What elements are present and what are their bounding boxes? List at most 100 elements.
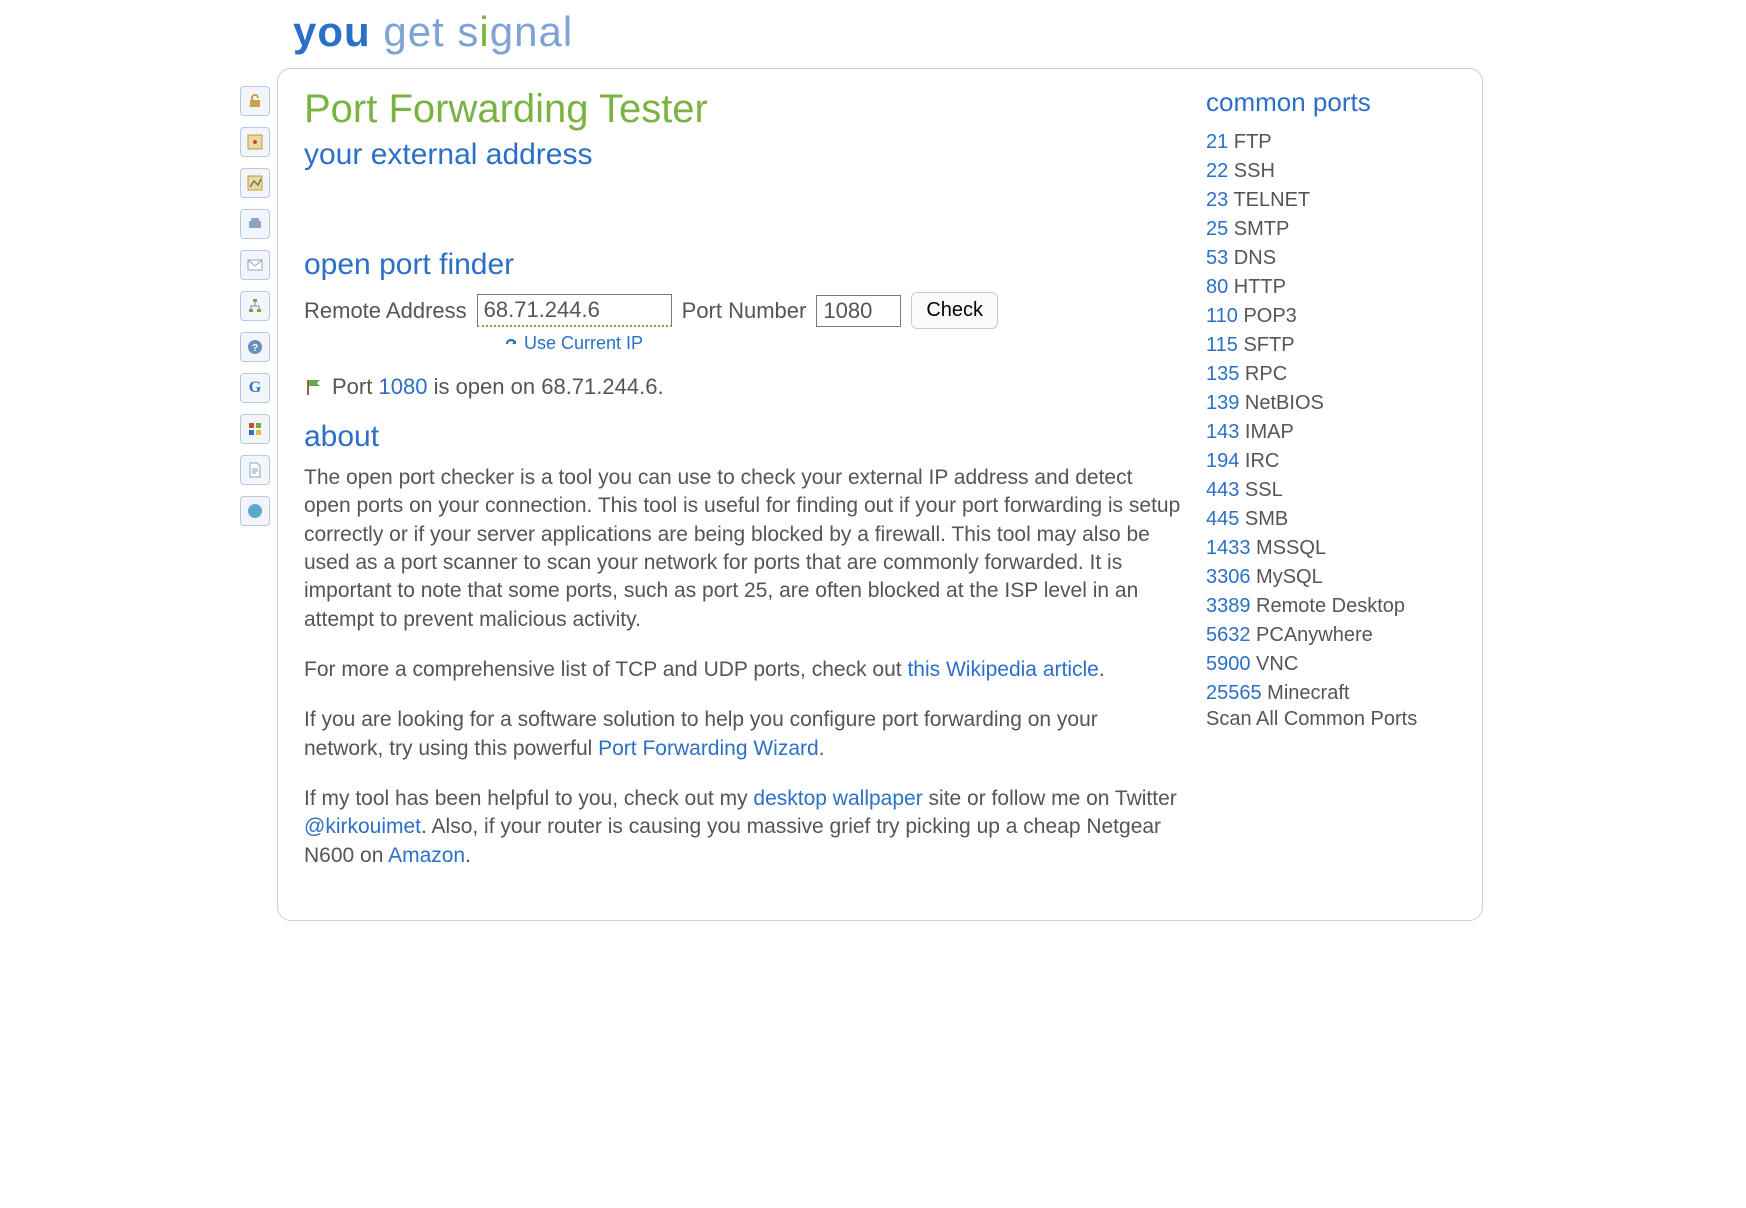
refresh-icon: [504, 338, 518, 350]
svg-text:?: ?: [252, 343, 258, 354]
common-port-item[interactable]: 139 NetBIOS: [1206, 389, 1456, 418]
common-port-item[interactable]: 21 FTP: [1206, 128, 1456, 157]
scan-all-ports-link[interactable]: Scan All Common Ports: [1206, 708, 1456, 731]
map-marker-icon: [247, 134, 263, 150]
sidebar-map-marker[interactable]: [240, 127, 270, 157]
common-port-item[interactable]: 115 SFTP: [1206, 331, 1456, 360]
common-port-item[interactable]: 1433 MSSQL: [1206, 534, 1456, 563]
common-port-item[interactable]: 443 SSL: [1206, 476, 1456, 505]
port-name: FTP: [1228, 131, 1271, 153]
port-number: 80: [1206, 276, 1228, 298]
common-port-item[interactable]: 25 SMTP: [1206, 215, 1456, 244]
flag-open-icon: [304, 378, 324, 396]
port-name: MSSQL: [1251, 537, 1327, 559]
phone-icon: [247, 216, 263, 232]
use-current-ip-link[interactable]: Use Current IP: [524, 333, 643, 354]
port-number: 194: [1206, 450, 1239, 472]
logo-signal: signal: [457, 8, 573, 55]
port-number: 21: [1206, 131, 1228, 153]
common-port-item[interactable]: 80 HTTP: [1206, 273, 1456, 302]
port-number: 53: [1206, 247, 1228, 269]
port-number-input[interactable]: [816, 295, 901, 327]
logo-get: [371, 8, 384, 55]
port-number: 115: [1206, 334, 1238, 356]
common-port-item[interactable]: 110 POP3: [1206, 302, 1456, 331]
globe-icon: [247, 503, 263, 519]
port-name: MySQL: [1251, 566, 1323, 588]
port-name: HTTP: [1228, 276, 1286, 298]
about-text: The open port checker is a tool you can …: [304, 464, 1182, 870]
common-port-item[interactable]: 194 IRC: [1206, 447, 1456, 476]
port-name: Remote Desktop: [1251, 595, 1406, 617]
sidebar-network[interactable]: [240, 291, 270, 321]
sidebar-google[interactable]: G: [240, 373, 270, 403]
common-port-item[interactable]: 25565 Minecraft: [1206, 679, 1456, 708]
windows-icon: [247, 421, 263, 437]
common-ports-list: 21 FTP22 SSH23 TELNET25 SMTP53 DNS80 HTT…: [1206, 128, 1456, 708]
port-number-label: Port Number: [682, 298, 807, 324]
about-heading: about: [304, 420, 1182, 454]
common-port-item[interactable]: 3306 MySQL: [1206, 563, 1456, 592]
port-check-form: Remote Address Port Number Check: [304, 292, 1182, 329]
amazon-link[interactable]: Amazon: [388, 844, 465, 867]
port-number: 135: [1206, 363, 1239, 385]
common-ports-heading: common ports: [1206, 87, 1456, 118]
wikipedia-link[interactable]: this Wikipedia article: [907, 658, 1098, 681]
common-port-item[interactable]: 5632 PCAnywhere: [1206, 621, 1456, 650]
port-number: 445: [1206, 508, 1239, 530]
port-name: SMTP: [1228, 218, 1289, 240]
common-port-item[interactable]: 143 IMAP: [1206, 418, 1456, 447]
sidebar-windows[interactable]: [240, 414, 270, 444]
sidebar-lock-open[interactable]: [240, 86, 270, 116]
common-port-item[interactable]: 3389 Remote Desktop: [1206, 592, 1456, 621]
check-button[interactable]: Check: [911, 292, 998, 329]
about-p1: The open port checker is a tool you can …: [304, 464, 1182, 634]
common-port-item[interactable]: 22 SSH: [1206, 157, 1456, 186]
port-number: 22: [1206, 160, 1228, 182]
sidebar-document[interactable]: [240, 455, 270, 485]
port-number: 443: [1206, 479, 1239, 501]
port-number: 25: [1206, 218, 1228, 240]
port-name: DNS: [1228, 247, 1276, 269]
common-ports-panel: common ports 21 FTP22 SSH23 TELNET25 SMT…: [1206, 87, 1456, 892]
twitter-link[interactable]: @kirkouimet: [304, 815, 421, 838]
port-forwarding-wizard-link[interactable]: Port Forwarding Wizard: [598, 737, 819, 760]
about-p4: If my tool has been helpful to you, chec…: [304, 785, 1182, 870]
sidebar-help[interactable]: ?: [240, 332, 270, 362]
common-port-item[interactable]: 135 RPC: [1206, 360, 1456, 389]
sidebar-mail[interactable]: [240, 250, 270, 280]
port-name: SMB: [1239, 508, 1288, 530]
common-port-item[interactable]: 445 SMB: [1206, 505, 1456, 534]
desktop-wallpaper-link[interactable]: desktop wallpaper: [753, 787, 922, 810]
port-number: 143: [1206, 421, 1239, 443]
common-port-item[interactable]: 23 TELNET: [1206, 186, 1456, 215]
port-number: 139: [1206, 392, 1239, 414]
sidebar-globe[interactable]: [240, 496, 270, 526]
remote-address-input[interactable]: [477, 294, 672, 327]
lock-open-icon: [247, 93, 263, 109]
port-number: 25565: [1206, 682, 1262, 704]
map-trace-icon: [247, 175, 263, 191]
port-name: SFTP: [1238, 334, 1295, 356]
port-name: NetBIOS: [1239, 392, 1323, 414]
common-port-item[interactable]: 53 DNS: [1206, 244, 1456, 273]
sidebar-phone[interactable]: [240, 209, 270, 239]
main-card: Port Forwarding Tester your external add…: [277, 68, 1483, 921]
port-number: 5900: [1206, 653, 1251, 675]
port-number: 23: [1206, 189, 1228, 211]
tool-sidebar: ? G: [233, 68, 277, 526]
port-number: 1433: [1206, 537, 1251, 559]
port-number: 5632: [1206, 624, 1251, 646]
port-number: 3306: [1206, 566, 1251, 588]
status-port-link[interactable]: 1080: [378, 374, 427, 399]
google-icon: G: [249, 379, 261, 397]
port-name: VNC: [1251, 653, 1299, 675]
network-icon: [247, 298, 263, 314]
page-title: Port Forwarding Tester: [304, 87, 1182, 132]
footer: [233, 929, 1513, 943]
common-port-item[interactable]: 5900 VNC: [1206, 650, 1456, 679]
port-status-line: Port 1080 is open on 68.71.244.6.: [304, 374, 1182, 400]
sidebar-map-trace[interactable]: [240, 168, 270, 198]
port-number: 110: [1206, 305, 1238, 327]
site-logo[interactable]: you get signal: [233, 8, 1513, 68]
